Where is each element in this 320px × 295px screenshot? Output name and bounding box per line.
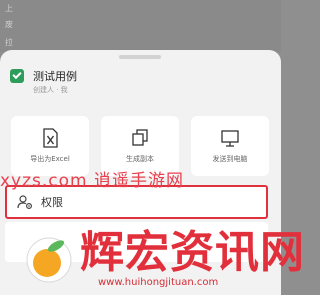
watermark-url: www.huihongjituan.com [98, 277, 219, 288]
watermark-text: xyzs.com 逍遥手游网 [0, 171, 185, 191]
background-text: 废 [5, 20, 13, 29]
file-title: 测试用例 [33, 70, 77, 83]
orange-logo-icon [26, 237, 72, 283]
excel-export-icon [43, 128, 58, 148]
background-text: 上 [5, 4, 13, 13]
file-subtitle: 创建人 · 我 [33, 86, 68, 94]
background-text: 拉 [5, 38, 13, 47]
copy-icon [132, 129, 148, 146]
drag-handle[interactable] [119, 55, 161, 59]
send-to-computer-label: 发送到电脑 [212, 155, 248, 163]
sheet-file-icon [10, 69, 24, 83]
duplicate-label: 生成副本 [126, 155, 154, 163]
background-screen: 上 废 拉 [0, 0, 281, 52]
watermark-brand: 辉宏资讯网 [80, 227, 305, 278]
export-excel-label: 导出为Excel [30, 155, 70, 163]
user-settings-icon [17, 195, 33, 210]
monitor-icon [221, 130, 239, 147]
permission-label: 权限 [41, 196, 63, 209]
